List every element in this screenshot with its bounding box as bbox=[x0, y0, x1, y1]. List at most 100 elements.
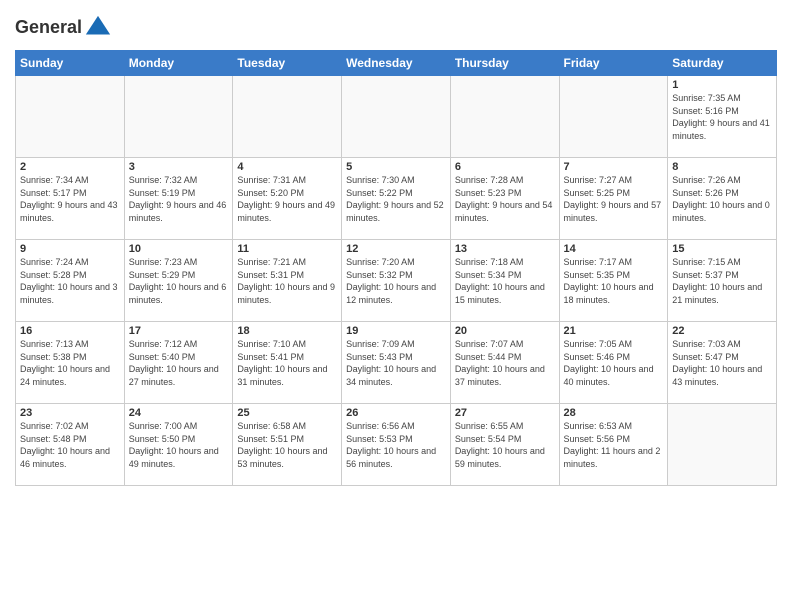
calendar-cell: 12Sunrise: 7:20 AM Sunset: 5:32 PM Dayli… bbox=[342, 240, 451, 322]
calendar-header-friday: Friday bbox=[559, 51, 668, 76]
calendar-cell: 5Sunrise: 7:30 AM Sunset: 5:22 PM Daylig… bbox=[342, 158, 451, 240]
day-number: 15 bbox=[672, 243, 772, 255]
day-number: 7 bbox=[564, 161, 664, 173]
day-number: 6 bbox=[455, 161, 555, 173]
calendar-cell: 20Sunrise: 7:07 AM Sunset: 5:44 PM Dayli… bbox=[450, 322, 559, 404]
day-number: 21 bbox=[564, 325, 664, 337]
calendar-header-row: SundayMondayTuesdayWednesdayThursdayFrid… bbox=[16, 51, 777, 76]
day-info: Sunrise: 7:09 AM Sunset: 5:43 PM Dayligh… bbox=[346, 338, 446, 388]
day-number: 13 bbox=[455, 243, 555, 255]
calendar-cell: 21Sunrise: 7:05 AM Sunset: 5:46 PM Dayli… bbox=[559, 322, 668, 404]
day-number: 2 bbox=[20, 161, 120, 173]
day-number: 18 bbox=[237, 325, 337, 337]
calendar-cell bbox=[342, 76, 451, 158]
day-info: Sunrise: 7:02 AM Sunset: 5:48 PM Dayligh… bbox=[20, 420, 120, 470]
calendar: SundayMondayTuesdayWednesdayThursdayFrid… bbox=[15, 50, 777, 486]
day-info: Sunrise: 7:30 AM Sunset: 5:22 PM Dayligh… bbox=[346, 174, 446, 224]
calendar-cell bbox=[233, 76, 342, 158]
day-number: 25 bbox=[237, 407, 337, 419]
day-info: Sunrise: 7:21 AM Sunset: 5:31 PM Dayligh… bbox=[237, 256, 337, 306]
calendar-week-row: 23Sunrise: 7:02 AM Sunset: 5:48 PM Dayli… bbox=[16, 404, 777, 486]
calendar-week-row: 2Sunrise: 7:34 AM Sunset: 5:17 PM Daylig… bbox=[16, 158, 777, 240]
day-number: 10 bbox=[129, 243, 229, 255]
calendar-cell bbox=[124, 76, 233, 158]
day-number: 27 bbox=[455, 407, 555, 419]
day-info: Sunrise: 6:53 AM Sunset: 5:56 PM Dayligh… bbox=[564, 420, 664, 470]
day-number: 9 bbox=[20, 243, 120, 255]
day-info: Sunrise: 6:58 AM Sunset: 5:51 PM Dayligh… bbox=[237, 420, 337, 470]
calendar-cell: 11Sunrise: 7:21 AM Sunset: 5:31 PM Dayli… bbox=[233, 240, 342, 322]
day-info: Sunrise: 7:10 AM Sunset: 5:41 PM Dayligh… bbox=[237, 338, 337, 388]
day-number: 14 bbox=[564, 243, 664, 255]
day-number: 8 bbox=[672, 161, 772, 173]
day-number: 19 bbox=[346, 325, 446, 337]
day-info: Sunrise: 7:20 AM Sunset: 5:32 PM Dayligh… bbox=[346, 256, 446, 306]
day-number: 12 bbox=[346, 243, 446, 255]
calendar-header-wednesday: Wednesday bbox=[342, 51, 451, 76]
calendar-week-row: 1Sunrise: 7:35 AM Sunset: 5:16 PM Daylig… bbox=[16, 76, 777, 158]
calendar-header-saturday: Saturday bbox=[668, 51, 777, 76]
calendar-cell: 2Sunrise: 7:34 AM Sunset: 5:17 PM Daylig… bbox=[16, 158, 125, 240]
day-number: 28 bbox=[564, 407, 664, 419]
calendar-cell: 23Sunrise: 7:02 AM Sunset: 5:48 PM Dayli… bbox=[16, 404, 125, 486]
day-number: 20 bbox=[455, 325, 555, 337]
calendar-cell: 17Sunrise: 7:12 AM Sunset: 5:40 PM Dayli… bbox=[124, 322, 233, 404]
day-number: 16 bbox=[20, 325, 120, 337]
calendar-header-tuesday: Tuesday bbox=[233, 51, 342, 76]
calendar-cell: 4Sunrise: 7:31 AM Sunset: 5:20 PM Daylig… bbox=[233, 158, 342, 240]
calendar-cell: 28Sunrise: 6:53 AM Sunset: 5:56 PM Dayli… bbox=[559, 404, 668, 486]
calendar-week-row: 16Sunrise: 7:13 AM Sunset: 5:38 PM Dayli… bbox=[16, 322, 777, 404]
calendar-cell bbox=[16, 76, 125, 158]
day-info: Sunrise: 7:24 AM Sunset: 5:28 PM Dayligh… bbox=[20, 256, 120, 306]
calendar-cell: 22Sunrise: 7:03 AM Sunset: 5:47 PM Dayli… bbox=[668, 322, 777, 404]
calendar-cell: 24Sunrise: 7:00 AM Sunset: 5:50 PM Dayli… bbox=[124, 404, 233, 486]
day-number: 4 bbox=[237, 161, 337, 173]
day-number: 22 bbox=[672, 325, 772, 337]
day-number: 17 bbox=[129, 325, 229, 337]
day-number: 24 bbox=[129, 407, 229, 419]
calendar-cell: 19Sunrise: 7:09 AM Sunset: 5:43 PM Dayli… bbox=[342, 322, 451, 404]
calendar-header-monday: Monday bbox=[124, 51, 233, 76]
calendar-cell: 16Sunrise: 7:13 AM Sunset: 5:38 PM Dayli… bbox=[16, 322, 125, 404]
calendar-cell: 18Sunrise: 7:10 AM Sunset: 5:41 PM Dayli… bbox=[233, 322, 342, 404]
logo-icon bbox=[84, 14, 112, 42]
logo: General bbox=[15, 14, 112, 42]
calendar-cell: 14Sunrise: 7:17 AM Sunset: 5:35 PM Dayli… bbox=[559, 240, 668, 322]
calendar-cell: 6Sunrise: 7:28 AM Sunset: 5:23 PM Daylig… bbox=[450, 158, 559, 240]
day-info: Sunrise: 7:07 AM Sunset: 5:44 PM Dayligh… bbox=[455, 338, 555, 388]
calendar-cell: 3Sunrise: 7:32 AM Sunset: 5:19 PM Daylig… bbox=[124, 158, 233, 240]
day-number: 3 bbox=[129, 161, 229, 173]
calendar-cell: 25Sunrise: 6:58 AM Sunset: 5:51 PM Dayli… bbox=[233, 404, 342, 486]
day-info: Sunrise: 7:34 AM Sunset: 5:17 PM Dayligh… bbox=[20, 174, 120, 224]
calendar-cell: 8Sunrise: 7:26 AM Sunset: 5:26 PM Daylig… bbox=[668, 158, 777, 240]
day-number: 23 bbox=[20, 407, 120, 419]
calendar-cell: 1Sunrise: 7:35 AM Sunset: 5:16 PM Daylig… bbox=[668, 76, 777, 158]
calendar-week-row: 9Sunrise: 7:24 AM Sunset: 5:28 PM Daylig… bbox=[16, 240, 777, 322]
day-number: 11 bbox=[237, 243, 337, 255]
calendar-header-sunday: Sunday bbox=[16, 51, 125, 76]
header: General bbox=[15, 10, 777, 42]
calendar-cell: 7Sunrise: 7:27 AM Sunset: 5:25 PM Daylig… bbox=[559, 158, 668, 240]
day-info: Sunrise: 7:05 AM Sunset: 5:46 PM Dayligh… bbox=[564, 338, 664, 388]
day-number: 1 bbox=[672, 79, 772, 91]
page: General SundayMondayTuesdayWednesdayThur… bbox=[0, 0, 792, 612]
day-info: Sunrise: 6:56 AM Sunset: 5:53 PM Dayligh… bbox=[346, 420, 446, 470]
calendar-header-thursday: Thursday bbox=[450, 51, 559, 76]
calendar-cell: 15Sunrise: 7:15 AM Sunset: 5:37 PM Dayli… bbox=[668, 240, 777, 322]
logo-general: General bbox=[15, 18, 82, 38]
day-info: Sunrise: 7:13 AM Sunset: 5:38 PM Dayligh… bbox=[20, 338, 120, 388]
calendar-cell: 13Sunrise: 7:18 AM Sunset: 5:34 PM Dayli… bbox=[450, 240, 559, 322]
day-info: Sunrise: 6:55 AM Sunset: 5:54 PM Dayligh… bbox=[455, 420, 555, 470]
day-info: Sunrise: 7:12 AM Sunset: 5:40 PM Dayligh… bbox=[129, 338, 229, 388]
calendar-cell: 9Sunrise: 7:24 AM Sunset: 5:28 PM Daylig… bbox=[16, 240, 125, 322]
day-info: Sunrise: 7:31 AM Sunset: 5:20 PM Dayligh… bbox=[237, 174, 337, 224]
calendar-cell bbox=[668, 404, 777, 486]
day-number: 5 bbox=[346, 161, 446, 173]
day-info: Sunrise: 7:26 AM Sunset: 5:26 PM Dayligh… bbox=[672, 174, 772, 224]
day-info: Sunrise: 7:28 AM Sunset: 5:23 PM Dayligh… bbox=[455, 174, 555, 224]
day-info: Sunrise: 7:32 AM Sunset: 5:19 PM Dayligh… bbox=[129, 174, 229, 224]
calendar-cell bbox=[559, 76, 668, 158]
day-info: Sunrise: 7:03 AM Sunset: 5:47 PM Dayligh… bbox=[672, 338, 772, 388]
day-info: Sunrise: 7:17 AM Sunset: 5:35 PM Dayligh… bbox=[564, 256, 664, 306]
calendar-cell: 10Sunrise: 7:23 AM Sunset: 5:29 PM Dayli… bbox=[124, 240, 233, 322]
